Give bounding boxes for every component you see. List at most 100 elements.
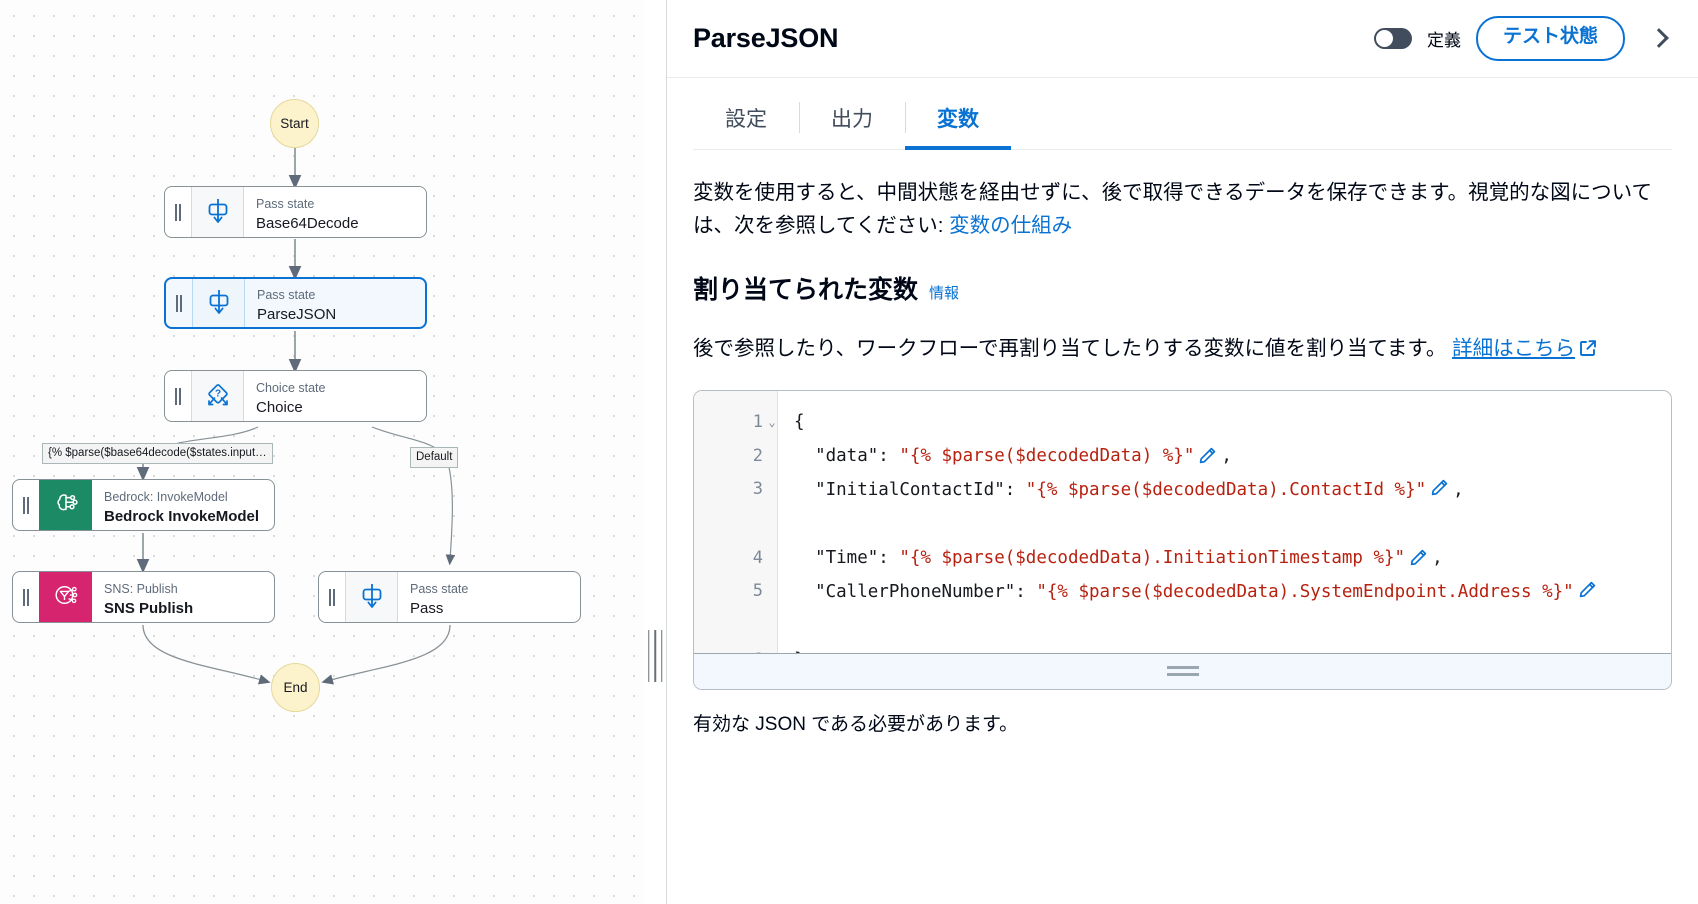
drag-handle-icon[interactable] [13,480,39,530]
external-link-icon [1579,334,1597,367]
variables-json-editor[interactable]: 1⌄ 2 3 4 5 6 { "data": "{% $parse($decod… [693,389,1672,690]
drag-handle-icon[interactable] [166,279,192,327]
pass-state-icon [191,187,244,237]
node-name: Choice [256,398,303,416]
editor-resize-handle[interactable] [694,652,1671,689]
test-state-button[interactable]: テスト状態 [1475,16,1625,61]
code-token: { [794,411,805,432]
edit-pencil-icon[interactable] [1578,577,1597,611]
node-type: SNS: Publish [104,581,178,596]
workflow-node-sns-publish[interactable]: SNS: Publish SNS Publish [12,571,275,623]
line-number[interactable]: 4 [694,541,777,575]
node-type: Pass state [256,196,315,211]
learn-more-link[interactable]: 詳細はこちら [1452,337,1575,360]
panel-header-actions: 定義 テスト状態 [1373,16,1672,61]
toggle-knob [1375,29,1393,47]
edge-label-choice-rule[interactable]: {% $parse($base64decode($states.input… [42,443,273,465]
code-string: "{% $parse($decodedData) %}" [899,445,1195,466]
edit-pencil-icon[interactable] [1430,475,1449,509]
code-token: "InitialContactId": [794,479,1026,500]
drag-handle-icon[interactable] [165,187,191,237]
code-string: "{% $parse($decodedData).InitiationTimes… [899,547,1406,568]
line-number[interactable]: 5 [694,575,777,643]
panel-header: ParseJSON 定義 テスト状態 [667,0,1698,78]
code-line[interactable]: "CallerPhoneNumber": "{% $parse($decoded… [794,575,1661,643]
description-paragraph: 後で参照したり、ワークフローで再割り当てしたりする変数に値を割り当てます。 詳細… [693,332,1672,367]
line-number-text: 3 [752,478,763,499]
definition-toggle-label: 定義 [1426,30,1461,50]
bedrock-icon [39,480,92,530]
intro-paragraph: 変数を使用すると、中間状態を経由せずに、後で取得できるデータを保存できます。視覚… [693,176,1672,242]
line-number[interactable]: 3 [694,473,777,541]
app-root: Start Pass state Base64Decode Pass state… [0,0,1698,904]
edit-pencil-icon[interactable] [1198,446,1217,470]
line-number-text: 2 [752,445,763,466]
node-name: ParseJSON [257,305,337,323]
drag-handle-icon[interactable] [13,572,39,622]
node-name: Bedrock InvokeModel [104,507,260,525]
line-number-text: 1 [752,411,763,432]
code-line[interactable]: "data": "{% $parse($decodedData) %}", [794,439,1661,473]
tab-variables[interactable]: 変数 [905,86,1011,150]
pass-state-icon [345,572,398,622]
panel-tabs: 設定 出力 変数 [693,78,1672,150]
editor-scroll-area: 1⌄ 2 3 4 5 6 { "data": "{% $parse($decod… [694,390,1671,653]
node-labels: SNS: Publish SNS Publish [92,572,193,622]
editor-line-numbers: 1⌄ 2 3 4 5 6 [694,390,778,653]
drag-handle-icon[interactable] [165,371,191,421]
node-type: Pass state [257,287,316,302]
line-number[interactable]: 6 [694,643,777,653]
node-name: Pass [410,599,444,617]
pass-state-icon [192,279,245,327]
svg-text:?: ? [214,389,220,400]
workflow-node-base64decode[interactable]: Pass state Base64Decode [164,186,427,238]
chevron-right-icon[interactable] [1646,25,1672,51]
editor-code-content[interactable]: { "data": "{% $parse($decodedData) %}", … [778,391,1671,653]
workflow-node-parsejson[interactable]: Pass state ParseJSON [164,277,427,329]
code-token: "data": [794,445,900,466]
assigned-variables-title: 割り当てられた変数 [693,276,919,305]
node-type: Choice state [256,380,326,395]
node-name: SNS Publish [104,599,194,617]
line-number-text: 4 [752,547,763,568]
code-token: "CallerPhoneNumber": [794,581,1037,602]
tab-settings[interactable]: 設定 [693,86,799,149]
line-number-text: 6 [753,650,763,653]
pane-resize-handle-icon[interactable] [645,630,665,682]
edge-label-default[interactable]: Default [410,447,459,469]
state-details-panel: ParseJSON 定義 テスト状態 設定 出力 変数 変数を使用すると、中間状… [666,0,1698,904]
code-line[interactable]: "Time": "{% $parse($decodedData).Initiat… [794,541,1661,575]
code-line[interactable]: } [794,643,1661,653]
info-link[interactable]: 情報 [929,282,959,303]
workflow-node-pass[interactable]: Pass state Pass [318,571,581,623]
workflow-canvas[interactable]: Start Pass state Base64Decode Pass state… [0,0,644,904]
workflow-node-bedrock-invokemodel[interactable]: Bedrock: InvokeModel Bedrock InvokeModel [12,479,275,531]
description-text: 後で参照したり、ワークフローで再割り当てしたりする変数に値を割り当てます。 [693,337,1447,361]
node-type: Pass state [410,581,469,596]
node-labels: Pass state Base64Decode [244,187,359,237]
line-number[interactable]: 1 ⌄ [694,405,777,439]
node-labels: Bedrock: InvokeModel Bedrock InvokeModel [92,480,259,530]
workflow-end-node[interactable]: End [271,663,320,712]
edit-pencil-icon[interactable] [1409,548,1428,572]
workflow-start-node[interactable]: Start [270,99,319,148]
node-labels: Pass state ParseJSON [245,279,336,327]
drag-handle-icon[interactable] [319,572,345,622]
definition-toggle[interactable] [1373,27,1412,49]
fold-toggle-icon[interactable]: ⌄ [765,415,779,429]
workflow-canvas-inner: Start Pass state Base64Decode Pass state… [0,0,644,904]
code-line[interactable]: { [794,405,1661,439]
line-number[interactable]: 2 [694,439,777,473]
code-string: "{% $parse($decodedData).SystemEndpoint.… [1036,581,1574,602]
assigned-variables-heading: 割り当てられた変数 情報 [693,270,1672,306]
line-number-text: 5 [752,580,763,601]
code-token: "Time": [794,547,900,568]
code-string: "{% $parse($decodedData).ContactId %}" [1025,479,1427,500]
pane-resize-divider[interactable] [644,0,666,904]
code-line[interactable]: "InitialContactId": "{% $parse($decodedD… [794,473,1661,541]
node-labels: Choice state Choice [244,371,325,421]
variables-how-it-works-link[interactable]: 変数の仕組み [949,214,1072,237]
page-title: ParseJSON [693,23,839,53]
workflow-node-choice[interactable]: ? Choice state Choice [164,370,427,422]
tab-output[interactable]: 出力 [799,86,905,149]
